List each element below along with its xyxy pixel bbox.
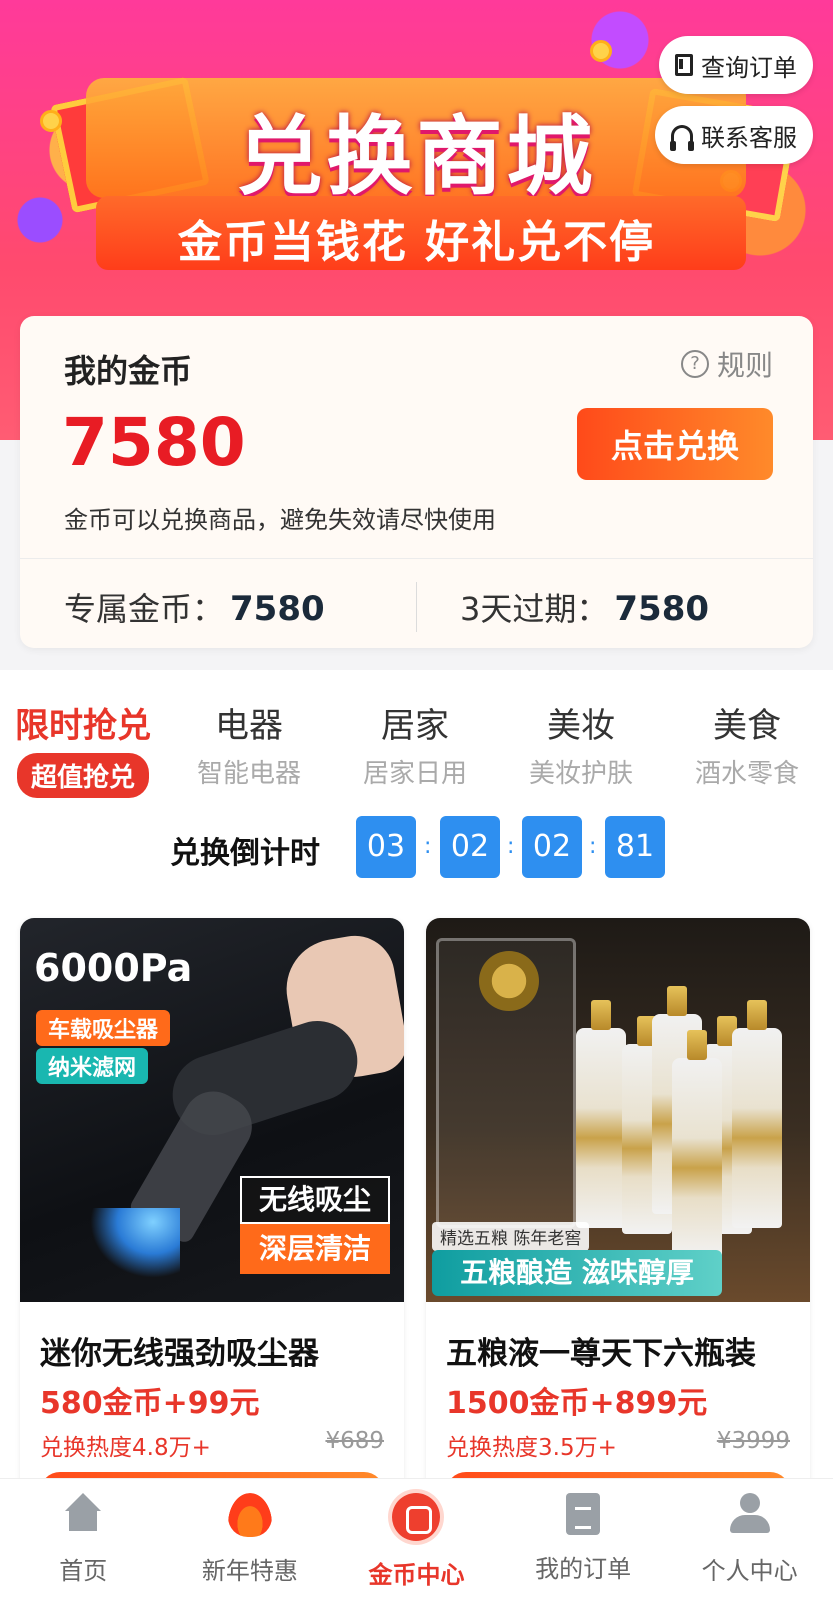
- question-icon: ?: [680, 350, 709, 378]
- nav-label: 个人中心: [701, 1557, 798, 1585]
- redeem-button[interactable]: 点击兑换: [577, 408, 773, 480]
- exclusive-coins-stat: 专属金币： 7580: [64, 584, 325, 630]
- divider: [416, 582, 417, 632]
- image-tag: 车载吸尘器: [36, 1010, 171, 1046]
- countdown-minutes: 02: [440, 816, 500, 878]
- tab-food[interactable]: 美食 酒水零食: [664, 698, 830, 790]
- tab-appliances[interactable]: 电器 智能电器: [166, 698, 332, 790]
- expiring-coins-stat: 3天过期： 7580: [460, 584, 709, 630]
- expiring-coins-value: 7580: [614, 589, 710, 629]
- nav-label: 首页: [59, 1557, 108, 1585]
- exclusive-coins-value: 7580: [230, 589, 325, 629]
- product-name: 五粮液一尊天下六瓶装: [446, 1336, 756, 1372]
- product-price: 580金币+99元: [40, 1386, 260, 1421]
- countdown-label: 兑换倒计时: [170, 836, 320, 871]
- bottle-illustration: [576, 1000, 626, 1228]
- tab-home[interactable]: 居家 居家日用: [332, 698, 498, 790]
- query-orders-button[interactable]: 查询订单: [659, 36, 813, 94]
- my-coins-title: 我的金币: [64, 352, 193, 390]
- gift-box-illustration: [436, 938, 576, 1228]
- product-heat: 兑换热度4.8万+: [40, 1435, 211, 1461]
- tab-title: 居家: [381, 706, 449, 746]
- nav-label: 我的订单: [535, 1555, 632, 1583]
- coin-center-icon: [392, 1493, 441, 1541]
- document-icon: [675, 54, 693, 76]
- product-heat: 兑换热度3.5万+: [446, 1435, 617, 1461]
- nav-profile[interactable]: 个人中心: [666, 1479, 833, 1600]
- tab-subtitle: 智能电器: [196, 759, 301, 789]
- tab-subtitle: 超值抢兑: [16, 753, 149, 798]
- product-original-price: ¥3999: [716, 1428, 790, 1454]
- nav-label: 新年特惠: [201, 1557, 298, 1585]
- image-tag: 纳米滤网: [36, 1048, 149, 1084]
- nav-coin-center[interactable]: 金币中心: [333, 1479, 500, 1600]
- coin-decoration: [590, 40, 612, 62]
- rules-link[interactable]: ? 规则: [680, 344, 773, 384]
- tab-beauty[interactable]: 美妆 美妆护肤: [498, 698, 664, 790]
- product-price: 1500金币+899元: [446, 1386, 708, 1421]
- bottle-illustration: [732, 1000, 782, 1228]
- tab-subtitle: 居家日用: [362, 759, 467, 789]
- product-card[interactable]: 精选五粮 陈年老窖 五粮酿造 滋味醇厚 五粮液一尊天下六瓶装 1500金币+89…: [426, 918, 810, 1518]
- exclusive-coins-label: 专属金币：: [64, 590, 225, 628]
- divider: [20, 558, 813, 559]
- user-icon: [728, 1493, 772, 1537]
- countdown-separator: :: [507, 834, 515, 859]
- brand-seal: [479, 951, 539, 1011]
- tab-flash-redeem[interactable]: 限时抢兑 超值抢兑: [0, 698, 166, 798]
- nav-new-year-deals[interactable]: 新年特惠: [167, 1479, 334, 1600]
- tab-title: 电器: [215, 706, 283, 746]
- light-glow: [90, 1208, 180, 1278]
- expiring-coins-label: 3天过期：: [460, 590, 609, 628]
- countdown-separator: :: [589, 834, 597, 859]
- clipboard-icon: [566, 1493, 601, 1535]
- coin-balance: 7580: [62, 404, 246, 481]
- my-coins-card: 我的金币 ? 规则 7580 点击兑换 金币可以兑换商品，避免失效请尽快使用 专…: [20, 316, 813, 648]
- coin-note: 金币可以兑换商品，避免失效请尽快使用: [64, 506, 496, 534]
- bottom-nav: 首页 新年特惠 金币中心 我的订单 个人中心: [0, 1478, 833, 1600]
- home-icon: [61, 1493, 105, 1537]
- tab-title: 美妆: [547, 706, 615, 746]
- countdown-centiseconds: 81: [605, 816, 665, 878]
- product-card[interactable]: 6000Pa 车载吸尘器 纳米滤网 无线吸尘 深层清洁 迷你无线强劲吸尘器 58…: [20, 918, 404, 1518]
- nav-home[interactable]: 首页: [0, 1479, 167, 1600]
- tab-title: 限时抢兑: [15, 706, 151, 746]
- page-subtitle: 金币当钱花 好礼兑不停: [177, 217, 656, 268]
- product-image: 精选五粮 陈年老窖 五粮酿造 滋味醇厚: [426, 918, 810, 1302]
- countdown-separator: :: [424, 834, 432, 859]
- image-caption: 五粮酿造 滋味醇厚: [432, 1250, 722, 1296]
- product-original-price: ¥689: [325, 1428, 384, 1454]
- image-tag: 精选五粮 陈年老窖: [432, 1222, 590, 1251]
- contact-service-label: 联系客服: [701, 123, 797, 152]
- countdown-hours: 03: [356, 816, 416, 878]
- product-image: 6000Pa 车载吸尘器 纳米滤网 无线吸尘 深层清洁: [20, 918, 404, 1302]
- rules-label: 规则: [716, 349, 773, 382]
- tab-title: 美食: [713, 706, 781, 746]
- nav-my-orders[interactable]: 我的订单: [500, 1479, 667, 1600]
- query-orders-label: 查询订单: [701, 53, 797, 82]
- bottle-illustration: [672, 1030, 722, 1258]
- image-caption: 无线吸尘: [240, 1176, 390, 1224]
- nav-label: 金币中心: [368, 1561, 465, 1589]
- image-power-text: 6000Pa: [34, 946, 193, 990]
- headset-icon: [670, 125, 694, 151]
- tab-subtitle: 酒水零食: [694, 759, 799, 789]
- fire-icon: [227, 1493, 272, 1537]
- product-name: 迷你无线强劲吸尘器: [40, 1336, 319, 1372]
- image-caption: 深层清洁: [240, 1224, 390, 1274]
- tab-subtitle: 美妆护肤: [528, 759, 633, 789]
- countdown-seconds: 02: [522, 816, 582, 878]
- contact-service-button[interactable]: 联系客服: [655, 106, 813, 164]
